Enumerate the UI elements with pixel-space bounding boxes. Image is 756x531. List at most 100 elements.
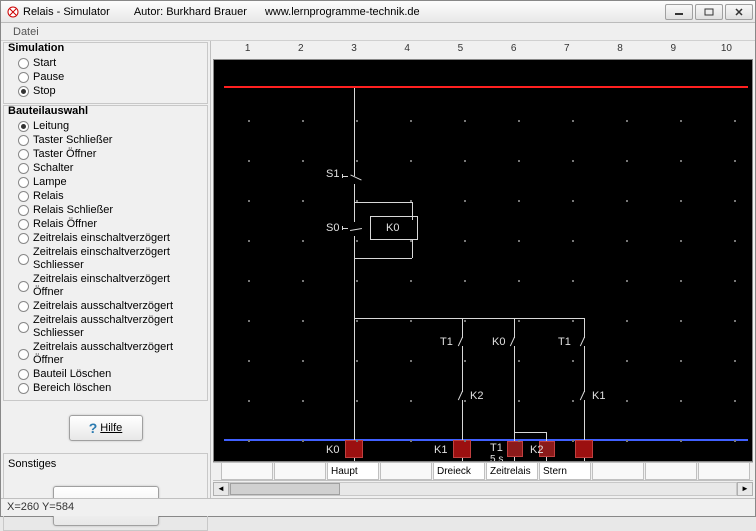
wire	[584, 458, 585, 462]
button-s1[interactable]	[348, 172, 364, 184]
contact-k1[interactable]	[577, 386, 591, 406]
rail-plus	[224, 86, 748, 88]
label-k2r: K2	[530, 444, 543, 456]
contact-k0[interactable]	[507, 332, 521, 352]
column-ruler: 1 2 3 4 5 6 7 8 9 10	[213, 43, 753, 59]
opt-bauteil-loeschen[interactable]: Bauteil Löschen	[8, 368, 203, 382]
opt-taster-schliesser[interactable]: Taster Schließer	[8, 134, 203, 148]
label-t1time: 5 s	[490, 454, 503, 462]
relay-k0[interactable]	[345, 440, 363, 458]
opt-zeit-ein-o[interactable]: Zeitrelais einschaltverzögert Öffner	[8, 273, 203, 300]
ruler-2: 2	[274, 43, 327, 59]
opt-bereich-loeschen[interactable]: Bereich löschen	[8, 382, 203, 396]
statusbar: X=260 Y=584	[1, 498, 755, 516]
label-t1a: T1	[440, 336, 453, 348]
schematic-canvas[interactable]: // placeholder - dots rendered below via…	[213, 59, 753, 462]
ruler-8: 8	[593, 43, 646, 59]
label-t1r: T1	[490, 442, 503, 454]
tab-8[interactable]	[592, 463, 644, 480]
ruler-7: 7	[540, 43, 593, 59]
main-area: 1 2 3 4 5 6 7 8 9 10 // placeholder - do…	[211, 41, 755, 498]
relay-k1[interactable]	[453, 440, 471, 458]
wire	[354, 458, 355, 462]
wire	[354, 318, 584, 319]
bauteil-heading: Bauteilauswahl	[8, 105, 203, 117]
app-icon	[7, 6, 19, 18]
coords-label: X=260 Y=584	[7, 501, 74, 513]
sim-start[interactable]: Start	[8, 57, 203, 71]
wire	[354, 202, 412, 203]
label-s1: S1	[326, 168, 339, 180]
opt-zeit-aus[interactable]: Zeitrelais ausschaltverzögert	[8, 300, 203, 314]
sonstiges-group: Sonstiges Neu Zeichnen	[3, 453, 208, 531]
opt-relais-oeffner[interactable]: Relais Öffner	[8, 218, 203, 232]
opt-zeit-aus-s[interactable]: Zeitrelais ausschaltverzögert Schliesser	[8, 314, 203, 341]
relay-t1[interactable]	[507, 441, 523, 457]
ruler-1: 1	[221, 43, 274, 59]
sim-stop[interactable]: Stop	[8, 85, 203, 99]
tab-zeitrelais[interactable]: Zeitrelais	[486, 463, 538, 480]
scroll-left-icon[interactable]: ◄	[213, 482, 229, 496]
tab-2[interactable]	[274, 463, 326, 480]
opt-zeit-ein-s[interactable]: Zeitrelais einschaltverzögert Schliesser	[8, 246, 203, 273]
author-label: Autor: Burkhard Brauer	[134, 6, 247, 18]
menubar: Datei	[1, 23, 755, 41]
minimize-button[interactable]	[665, 4, 693, 20]
label-k2: K2	[470, 390, 483, 402]
opt-taster-oeffner[interactable]: Taster Öffner	[8, 148, 203, 162]
opt-zeit-aus-o[interactable]: Zeitrelais ausschaltverzögert Öffner	[8, 341, 203, 368]
label-k1r: K1	[434, 444, 447, 456]
label-s0: S0	[326, 222, 339, 234]
tab-4[interactable]	[380, 463, 432, 480]
h-scrollbar[interactable]: ◄ ►	[213, 480, 753, 496]
ruler-9: 9	[647, 43, 700, 59]
label-k1: K1	[592, 390, 605, 402]
wire	[354, 88, 355, 176]
simulation-heading: Simulation	[8, 42, 203, 54]
ruler-5: 5	[434, 43, 487, 59]
menu-datei[interactable]: Datei	[7, 24, 45, 40]
scroll-thumb[interactable]	[230, 483, 340, 495]
wire	[354, 236, 355, 450]
opt-lampe[interactable]: Lampe	[8, 176, 203, 190]
tab-dreieck[interactable]: Dreieck	[433, 463, 485, 480]
tab-9[interactable]	[645, 463, 697, 480]
wire	[462, 352, 463, 386]
opt-relais[interactable]: Relais	[8, 190, 203, 204]
opt-zeit-ein[interactable]: Zeitrelais einschaltverzögert	[8, 232, 203, 246]
wire	[354, 184, 355, 222]
scroll-track[interactable]	[229, 482, 737, 496]
ruler-4: 4	[381, 43, 434, 59]
contact-t1a[interactable]	[455, 332, 469, 352]
bauteil-group: Bauteilauswahl Leitung Taster Schließer …	[3, 105, 208, 401]
wire	[546, 457, 547, 462]
contact-t1b[interactable]	[577, 332, 591, 352]
scroll-right-icon[interactable]: ►	[737, 482, 753, 496]
tab-stern[interactable]: Stern	[539, 463, 591, 480]
opt-relais-schliesser[interactable]: Relais Schließer	[8, 204, 203, 218]
wire	[584, 352, 585, 386]
maximize-button[interactable]	[695, 4, 723, 20]
contact-k2[interactable]	[455, 386, 469, 406]
wire	[514, 457, 515, 462]
wire	[462, 458, 463, 462]
wire	[514, 352, 515, 450]
tab-haupt[interactable]: Haupt	[327, 463, 379, 480]
label-k0r: K0	[326, 444, 339, 456]
label-t1b: T1	[558, 336, 571, 348]
opt-schalter[interactable]: Schalter	[8, 162, 203, 176]
label-k0-coil: K0	[386, 222, 399, 234]
opt-leitung[interactable]: Leitung	[8, 120, 203, 134]
hilfe-button[interactable]: ? Hilfe	[69, 415, 143, 441]
wire	[412, 240, 413, 258]
sidebar: Simulation Start Pause Stop Bauteilauswa…	[1, 41, 211, 498]
simulation-group: Simulation Start Pause Stop	[3, 42, 208, 104]
close-button[interactable]	[725, 4, 753, 20]
ruler-10: 10	[700, 43, 753, 59]
app-title: Relais - Simulator	[23, 6, 110, 18]
relay-k2[interactable]	[575, 440, 593, 458]
tab-10[interactable]	[698, 463, 750, 480]
button-s0[interactable]	[348, 224, 364, 236]
sim-pause[interactable]: Pause	[8, 71, 203, 85]
tab-1[interactable]	[221, 463, 273, 480]
